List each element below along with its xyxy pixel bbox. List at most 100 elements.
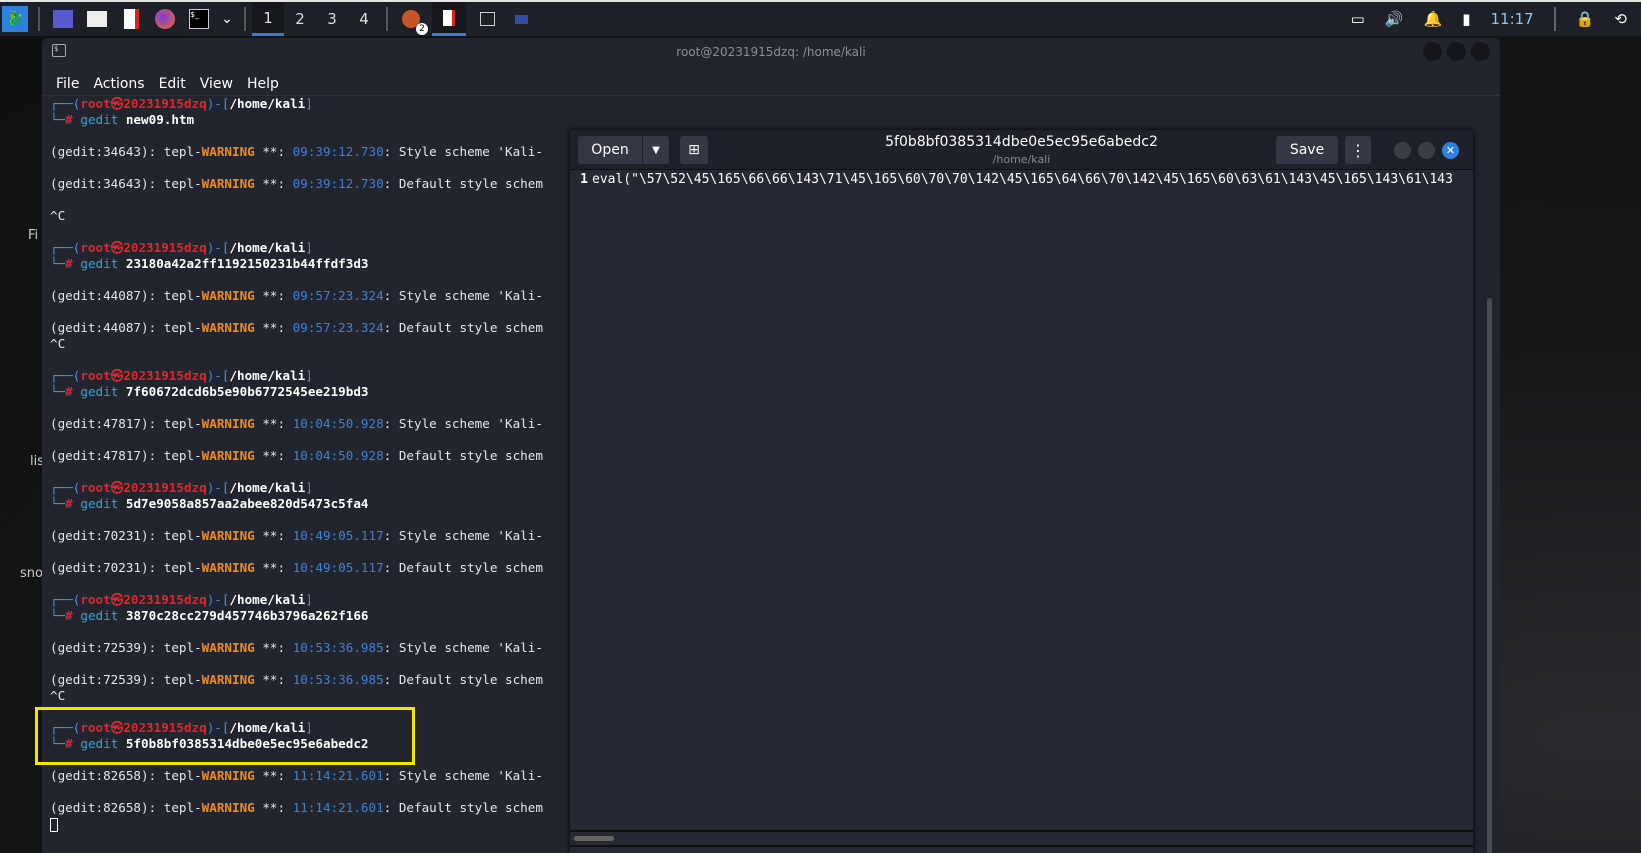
term-text: new09.htm xyxy=(125,112,195,127)
term-text: ^C xyxy=(50,688,66,703)
term-text: WARNING xyxy=(201,320,255,335)
terminal-line: (gedit:47817): tepl-WARNING **: 10:04:50… xyxy=(50,416,543,431)
term-text: 11:14:21.601 xyxy=(292,768,384,783)
save-button[interactable]: Save xyxy=(1276,136,1338,164)
terminal-line: └─# gedit 3870c28cc279d457746b3796a262f1… xyxy=(50,608,369,623)
lock-icon[interactable]: 🔒 xyxy=(1576,10,1595,28)
terminal-line: (gedit:47817): tepl-WARNING **: 10:04:50… xyxy=(50,448,543,463)
firefox-icon[interactable] xyxy=(152,6,178,32)
highlight-box xyxy=(35,707,415,765)
term-text: 10:04:50.928 xyxy=(292,448,384,463)
desktop-icon-label[interactable]: Fi xyxy=(28,228,38,243)
term-text: 20231915dzq xyxy=(123,96,207,111)
close-button[interactable] xyxy=(1471,42,1490,61)
volume-icon[interactable]: 🔊 xyxy=(1385,10,1404,28)
divider xyxy=(386,7,388,31)
line-text[interactable]: eval("\57\52\45\165\66\66\143\71\45\165\… xyxy=(592,172,1453,187)
term-text: WARNING xyxy=(201,672,255,687)
terminal-title: root@20231915dzq: /home/kali xyxy=(676,45,866,59)
divider xyxy=(570,830,1473,832)
terminal-line: (gedit:44087): tepl-WARNING **: 09:57:23… xyxy=(50,288,543,303)
term-text: 11:14:21.601 xyxy=(292,800,384,815)
terminal-menubar: File Actions Edit View Help xyxy=(42,72,1500,96)
desktop-icon-label[interactable]: sno xyxy=(20,566,43,581)
menu-edit[interactable]: Edit xyxy=(159,76,186,92)
horizontal-scrollbar[interactable] xyxy=(574,836,614,841)
terminal-scrollbar[interactable] xyxy=(1487,298,1492,853)
term-text: gedit xyxy=(80,256,119,271)
term-text: 10:53:36.985 xyxy=(292,672,384,687)
term-text: 23180a42a2ff1192150231b44ffdf3d3 xyxy=(125,256,369,271)
term-text: /home/kali xyxy=(229,592,306,607)
term-text: ^C xyxy=(50,336,66,351)
terminal-line xyxy=(50,816,543,832)
logout-icon[interactable]: ⟲ xyxy=(1614,10,1627,28)
folder-window-button[interactable] xyxy=(508,6,534,32)
term-text: 20231915dzq xyxy=(123,592,207,607)
kali-menu-icon[interactable]: 🐉 xyxy=(2,6,28,32)
term-text: gedit xyxy=(80,496,119,511)
firefox-window-button[interactable]: 2 xyxy=(398,6,428,35)
terminal-line: ┌──(root㉿20231915dzq)-[/home/kali] xyxy=(50,96,313,111)
show-desktop-icon[interactable] xyxy=(50,6,76,32)
line-number: 1 xyxy=(580,172,588,187)
editor-line[interactable]: 1 eval("\57\52\45\165\66\66\143\71\45\165… xyxy=(570,172,1473,187)
terminal-icon[interactable]: $_ xyxy=(186,6,212,32)
term-text: 20231915dzq xyxy=(123,368,207,383)
term-text: WARNING xyxy=(201,800,255,815)
term-text: 09:57:23.324 xyxy=(292,320,384,335)
minimize-button[interactable] xyxy=(1394,142,1411,159)
clock[interactable]: 11:17 xyxy=(1491,10,1534,28)
file-manager-icon[interactable] xyxy=(84,6,110,32)
minimize-button[interactable] xyxy=(1423,42,1442,61)
terminal-line: └─# gedit new09.htm xyxy=(50,112,195,127)
terminal-line: ^C xyxy=(50,208,543,224)
term-text: WARNING xyxy=(201,560,255,575)
notification-bell-icon[interactable]: 🔔 xyxy=(1424,10,1443,28)
gedit-headerbar[interactable]: Open ▼ ⊞ 5f0b8bf0385314dbe0e5ec95e6abedc… xyxy=(570,130,1473,170)
term-text: /home/kali xyxy=(229,240,306,255)
text-editor-icon[interactable] xyxy=(118,6,144,32)
term-text: WARNING xyxy=(201,416,255,431)
workspace-4[interactable]: 4 xyxy=(348,2,380,36)
term-text: root xyxy=(80,368,111,383)
menu-kebab-icon[interactable]: ⋮ xyxy=(1345,136,1371,164)
maximize-button[interactable] xyxy=(1447,42,1466,61)
taskbar: 🐉 $_ ⌄ 1 2 3 4 2 ▭ 🔊 🔔 ▮ 11:17 🔒 ⟲ xyxy=(0,0,1641,36)
maximize-button[interactable] xyxy=(1418,142,1435,159)
workspace-1[interactable]: 1 xyxy=(252,2,284,36)
menu-view[interactable]: View xyxy=(200,76,233,92)
term-text: 10:04:50.928 xyxy=(292,416,384,431)
menu-actions[interactable]: Actions xyxy=(93,76,144,92)
menu-file[interactable]: File xyxy=(56,76,79,92)
gedit-window[interactable]: Open ▼ ⊞ 5f0b8bf0385314dbe0e5ec95e6abedc… xyxy=(570,130,1473,853)
terminal-titlebar[interactable]: $ root@20231915dzq: /home/kali xyxy=(42,38,1500,66)
term-text: 10:53:36.985 xyxy=(292,640,384,655)
term-text: WARNING xyxy=(201,176,255,191)
close-button[interactable]: ✕ xyxy=(1442,142,1459,159)
term-text: WARNING xyxy=(201,448,255,463)
network-icon[interactable]: ▭ xyxy=(1351,10,1365,28)
term-text: 5d7e9058a857aa2abee820d5473c5fa4 xyxy=(125,496,369,511)
term-text: gedit xyxy=(80,384,119,399)
divider xyxy=(1553,7,1556,31)
chevron-down-icon[interactable]: ⌄ xyxy=(220,6,234,32)
menu-help[interactable]: Help xyxy=(247,76,279,92)
gedit-window-button[interactable] xyxy=(432,2,466,36)
workspace-2[interactable]: 2 xyxy=(284,2,316,36)
workspace-3[interactable]: 3 xyxy=(316,2,348,36)
term-text: 09:39:12.730 xyxy=(292,144,384,159)
terminal-window-button[interactable] xyxy=(474,6,500,32)
terminal-line: (gedit:34643): tepl-WARNING **: 09:39:12… xyxy=(50,144,543,159)
battery-icon[interactable]: ▮ xyxy=(1462,10,1470,28)
